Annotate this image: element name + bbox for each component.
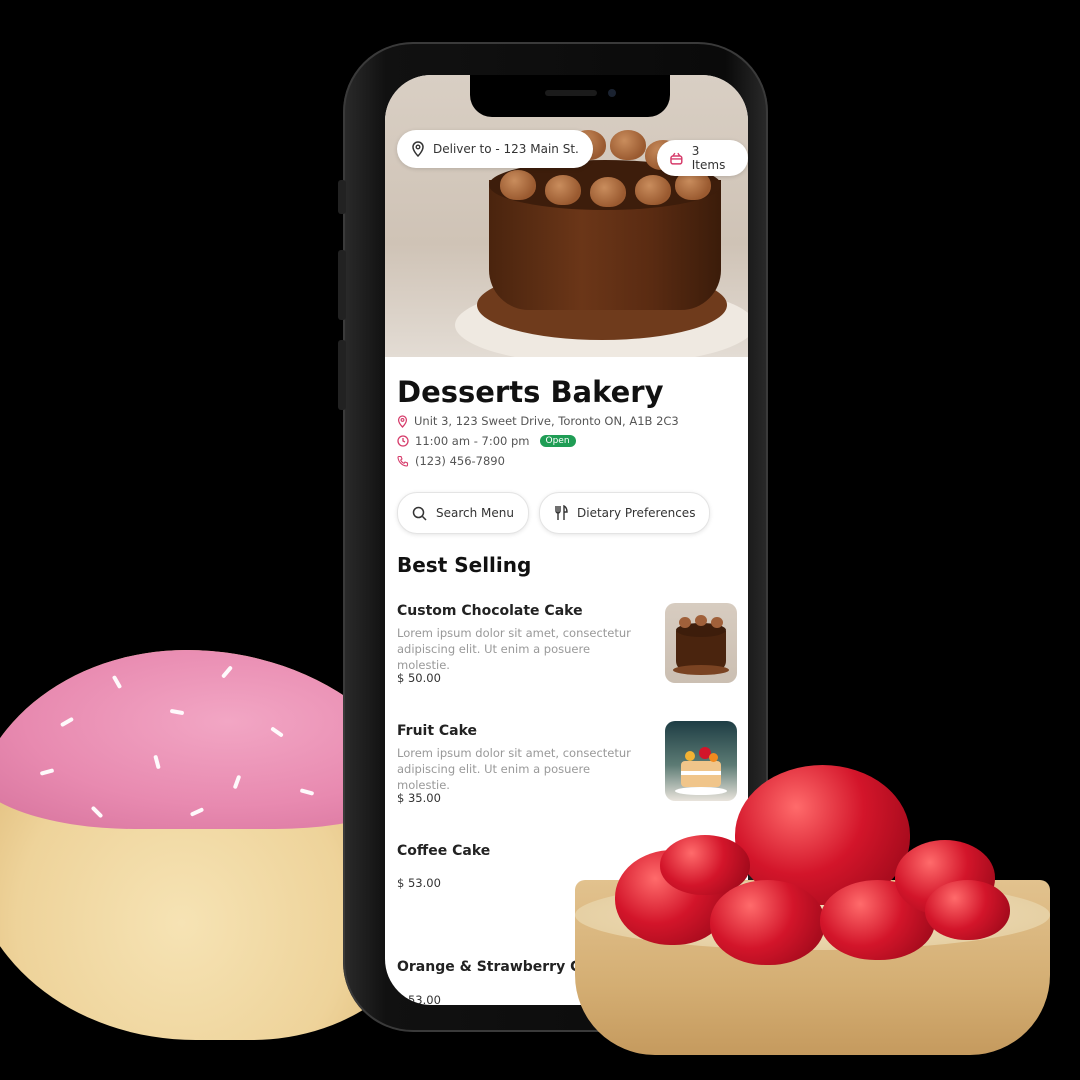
status-badge: Open (539, 435, 576, 447)
dietary-preferences-label: Dietary Preferences (577, 506, 696, 520)
menu-item-image (665, 721, 737, 801)
store-address-row: Unit 3, 123 Sweet Drive, Toronto ON, A1B… (397, 411, 737, 431)
mute-switch (338, 180, 346, 214)
menu-item-image (665, 603, 737, 683)
menu-item-description: Lorem ipsum dolor sit amet, consectetur … (397, 746, 631, 792)
phone-icon (397, 455, 409, 467)
dietary-preferences-button[interactable]: Dietary Preferences (539, 492, 711, 534)
fork-knife-icon (555, 505, 568, 520)
phone-speaker (545, 90, 597, 96)
store-phone-row: (123) 456-7890 (397, 451, 737, 471)
menu-item-price: $ 50.00 (397, 671, 441, 685)
clock-icon (397, 435, 409, 447)
store-address: Unit 3, 123 Sweet Drive, Toronto ON, A1B… (414, 414, 679, 428)
phone-notch (470, 75, 670, 117)
volume-up-button (338, 250, 346, 320)
menu-item-price: $ 53.00 (397, 993, 441, 1005)
store-phone[interactable]: (123) 456-7890 (415, 454, 505, 468)
strawberry (710, 880, 825, 965)
location-pin-icon (397, 414, 408, 428)
volume-down-button (338, 340, 346, 410)
store-info: Desserts Bakery Unit 3, 123 Sweet Drive,… (397, 373, 737, 471)
location-pin-icon (412, 141, 424, 157)
menu-item[interactable]: Fruit Cake Lorem ipsum dolor sit amet, c… (397, 721, 737, 813)
cart-count-label: 3 Items (691, 144, 726, 172)
hero-cake-image: Deliver to - 123 Main St. 3 Items (385, 75, 748, 357)
deliver-to-label: Deliver to - 123 Main St. (433, 142, 579, 156)
store-name: Desserts Bakery (397, 375, 664, 409)
search-icon (412, 506, 427, 521)
deliver-to-button[interactable]: Deliver to - 123 Main St. (397, 130, 593, 168)
menu-item-price: $ 35.00 (397, 791, 441, 805)
front-camera (608, 89, 616, 97)
section-title: Best Selling (397, 553, 532, 577)
strawberry (925, 880, 1010, 940)
action-row: Search Menu Dietary Preferences (397, 492, 711, 534)
store-hours-row: 11:00 am - 7:00 pm Open (397, 431, 737, 451)
cart-button[interactable]: 3 Items (657, 140, 748, 176)
menu-item[interactable]: Custom Chocolate Cake Lorem ipsum dolor … (397, 603, 737, 693)
search-menu-label: Search Menu (436, 506, 514, 520)
search-menu-button[interactable]: Search Menu (397, 492, 529, 534)
menu-item-price: $ 53.00 (397, 876, 441, 890)
basket-icon (670, 152, 683, 165)
menu-item-description: Lorem ipsum dolor sit amet, consectetur … (397, 626, 631, 672)
store-hours: 11:00 am - 7:00 pm (415, 434, 530, 448)
